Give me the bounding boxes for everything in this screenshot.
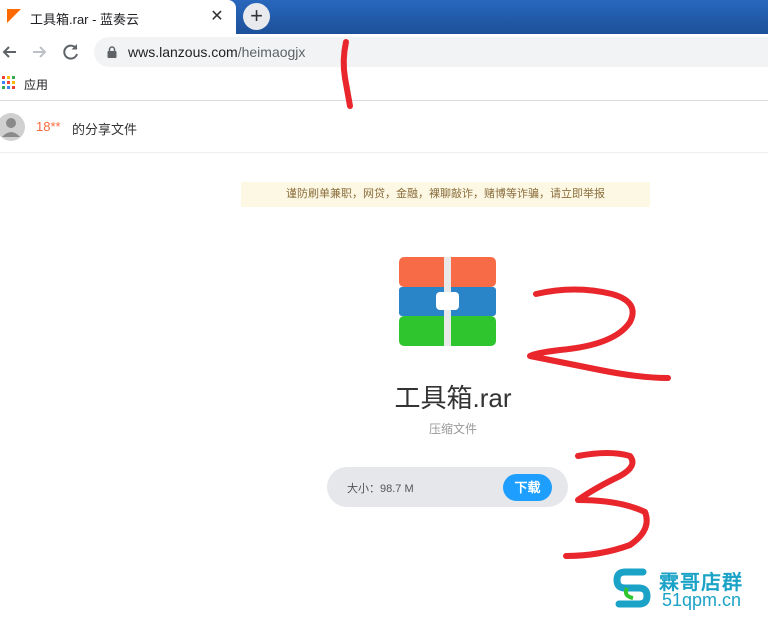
apps-bookmark[interactable]: 应用	[24, 76, 48, 93]
watermark-logo-icon	[613, 568, 651, 608]
watermark-site: 51qpm.cn	[662, 590, 742, 610]
url-path: /heimaogjx	[237, 44, 306, 60]
reload-icon[interactable]	[60, 41, 82, 63]
url-text[interactable]: wws.lanzous.com/heimaogjx	[128, 44, 305, 60]
apps-grid-icon[interactable]	[2, 76, 16, 90]
download-bar: 大小：98.7 M 下载	[327, 467, 568, 507]
file-type: 压缩文件	[428, 422, 477, 436]
forward-icon[interactable]	[28, 41, 50, 63]
tab-title: 工具箱.rar - 蓝奏云	[30, 12, 140, 27]
download-button[interactable]: 下载	[503, 474, 552, 501]
bookmarks-bar: 应用	[0, 70, 768, 101]
browser-toolbar: wws.lanzous.com/heimaogjx	[0, 34, 768, 70]
back-icon[interactable]	[0, 41, 22, 63]
new-tab-button[interactable]: +	[243, 3, 270, 30]
archive-file-icon	[399, 257, 496, 346]
share-label: 的分享文件	[72, 122, 138, 137]
tab-close-icon[interactable]: ✕	[208, 8, 226, 26]
annotation-3	[563, 450, 650, 559]
lock-icon[interactable]	[106, 46, 118, 58]
address-bar[interactable]: wws.lanzous.com/heimaogjx	[94, 37, 768, 67]
sharer-name[interactable]: 18**	[36, 119, 61, 134]
share-header: 18** 的分享文件	[0, 102, 768, 153]
lanzou-favicon-icon	[7, 9, 21, 23]
file-name: 工具箱.rar	[394, 383, 512, 413]
annotation-2	[527, 286, 671, 381]
fraud-warning-banner: 谨防刷单兼职，网贷，金融，裸聊敲诈，赌博等诈骗，请立即举报	[241, 182, 650, 207]
url-host: wws.lanzous.com	[128, 44, 238, 60]
avatar-icon	[0, 113, 25, 141]
browser-tab[interactable]: 工具箱.rar - 蓝奏云 ✕	[0, 0, 236, 34]
file-size: 大小：98.7 M	[347, 483, 414, 495]
